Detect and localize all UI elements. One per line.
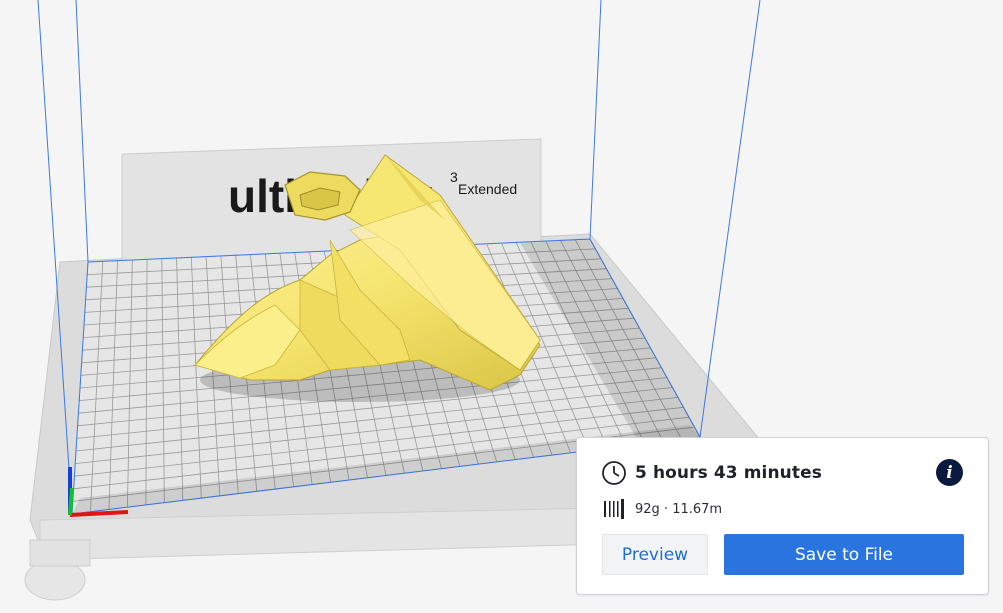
material-usage: 92g · 11.67m xyxy=(635,501,723,517)
print-summary-panel: 5 hours 43 minutes 92g · 11.67m i Previe… xyxy=(576,437,989,595)
backplate-model: Extended xyxy=(458,181,517,197)
backplate-superscript: 3 xyxy=(450,169,458,185)
print-time: 5 hours 43 minutes xyxy=(635,463,822,483)
filament-spool-icon xyxy=(604,499,624,519)
clock-icon xyxy=(602,461,626,485)
preview-button[interactable]: Preview xyxy=(602,534,708,575)
info-icon[interactable]: i xyxy=(936,459,963,486)
material-row: 92g · 11.67m xyxy=(603,498,722,520)
save-to-file-button[interactable]: Save to File xyxy=(724,534,964,575)
print-time-row: 5 hours 43 minutes xyxy=(601,460,822,486)
